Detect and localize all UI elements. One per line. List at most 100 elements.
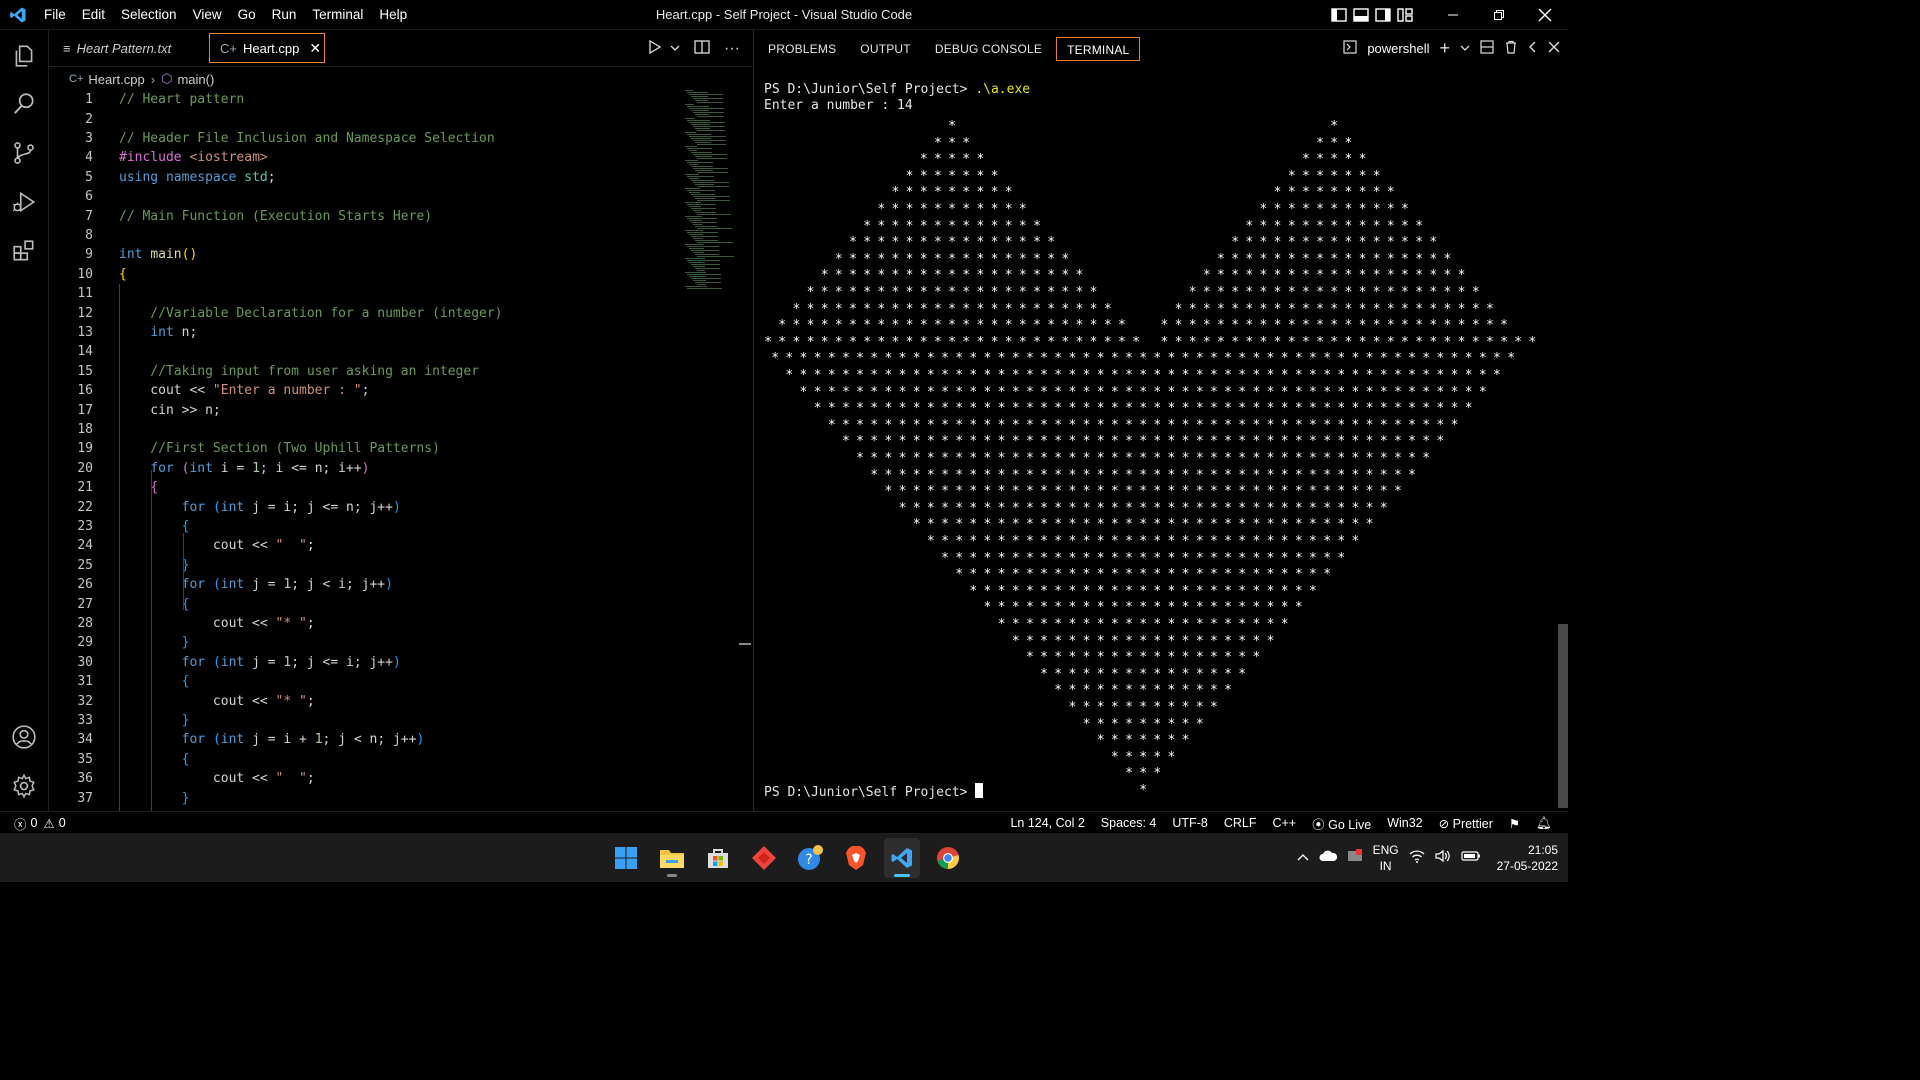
breadcrumb-file[interactable]: Heart.cpp — [88, 72, 144, 87]
battery-icon[interactable] — [1461, 850, 1481, 865]
tab-problems[interactable]: PROBLEMS — [758, 37, 846, 61]
encoding[interactable]: UTF-8 — [1172, 816, 1207, 830]
extensions-icon[interactable] — [0, 227, 48, 275]
menu-help[interactable]: Help — [371, 0, 415, 30]
line-number: 8 — [85, 227, 93, 243]
heart-row: * * * * * — [750, 749, 1182, 765]
minimap-line — [689, 178, 699, 179]
minimap[interactable] — [679, 90, 739, 290]
problems-status[interactable]: ⓧ 0 ⚠ 0 — [14, 812, 66, 834]
tab-heart-cpp[interactable]: C+ Heart.cpp ✕ — [209, 33, 325, 63]
explorer-icon[interactable] — [0, 32, 48, 80]
menu-go[interactable]: Go — [230, 0, 264, 30]
tab-debug-console[interactable]: DEBUG CONSOLE — [925, 37, 1052, 61]
platform[interactable]: Win32 — [1387, 816, 1422, 830]
feedback-icon[interactable]: ⚑ — [1509, 816, 1520, 831]
menu-terminal[interactable]: Terminal — [304, 0, 371, 30]
onedrive-cloud-icon[interactable] — [1319, 850, 1337, 865]
app-tray-icon[interactable] — [1347, 848, 1363, 867]
cube-icon: ⬡ — [161, 71, 173, 86]
indentation[interactable]: Spaces: 4 — [1101, 816, 1157, 830]
terminal-scrollbar[interactable] — [1558, 624, 1568, 808]
heart-row: * * * * * * * * * * * * * * * * * * * * … — [750, 268, 1472, 284]
breadcrumb-symbol[interactable]: main() — [177, 72, 214, 87]
tab-terminal[interactable]: TERMINAL — [1056, 36, 1141, 61]
chevron-left-icon[interactable] — [1528, 41, 1538, 56]
toggle-panel-icon[interactable] — [1350, 0, 1372, 30]
volume-icon[interactable] — [1435, 849, 1451, 866]
code-line: 31 { — [49, 672, 689, 691]
start-button[interactable] — [608, 838, 644, 878]
title-bar: File Edit Selection View Go Run Terminal… — [0, 0, 1568, 30]
toggle-primary-sidebar-icon[interactable] — [1328, 0, 1350, 30]
chevron-down-icon[interactable] — [670, 41, 680, 56]
tab-output[interactable]: OUTPUT — [850, 37, 921, 61]
run-debug-icon[interactable] — [0, 178, 48, 226]
file-explorer-icon[interactable] — [654, 838, 690, 878]
code-editor[interactable]: 1// Heart pattern 2 3// Header File Inclus… — [49, 90, 752, 811]
tab-label: Heart Pattern.txt — [76, 40, 172, 56]
end-of-line[interactable]: CRLF — [1224, 816, 1257, 830]
more-actions-icon[interactable]: ··· — [724, 40, 740, 58]
chrome-icon[interactable] — [930, 838, 966, 878]
menu-file[interactable]: File — [36, 0, 74, 30]
minimap-line — [687, 134, 711, 135]
settings-gear-icon[interactable] — [0, 762, 48, 810]
get-help-icon[interactable]: ? — [792, 838, 828, 878]
heart-row: * * * * * * * * * * * * * * * * * * * * … — [750, 417, 1465, 433]
chevron-up-icon[interactable] — [1297, 851, 1309, 865]
line-content: } — [181, 635, 190, 651]
cursor-position[interactable]: Ln 124, Col 2 — [1010, 816, 1084, 830]
close-tab-icon[interactable]: ✕ — [309, 40, 321, 57]
split-editor-icon[interactable] — [694, 40, 710, 57]
close-panel-icon[interactable] — [1548, 41, 1560, 56]
menu-edit[interactable]: Edit — [74, 0, 113, 30]
new-terminal-icon[interactable]: + — [1439, 38, 1450, 59]
close-window-icon[interactable] — [1522, 0, 1568, 30]
restore-icon[interactable] — [1476, 0, 1522, 30]
terminal-output[interactable]: PS D:\Junior\Self Project> .\a.exe Enter… — [764, 82, 1564, 802]
code-line: 21 { — [49, 478, 689, 497]
accounts-icon[interactable] — [0, 713, 48, 761]
notifications-bell-icon[interactable]: 🔔︎ — [1536, 816, 1552, 831]
minimap-line — [693, 238, 703, 239]
chevron-down-icon[interactable] — [1460, 41, 1470, 56]
minimap-line — [685, 118, 695, 119]
minimap-line — [693, 182, 729, 183]
search-icon[interactable] — [0, 80, 48, 128]
panel: PROBLEMS OUTPUT DEBUG CONSOLE TERMINAL p… — [753, 30, 1568, 811]
terminal-name[interactable]: powershell — [1367, 41, 1429, 56]
tab-heart-pattern-txt[interactable]: ≡ Heart Pattern.txt — [53, 33, 205, 63]
minimap-line — [687, 204, 716, 205]
brave-browser-icon[interactable] — [838, 838, 874, 878]
menu-selection[interactable]: Selection — [113, 0, 185, 30]
trash-icon[interactable] — [1504, 40, 1518, 57]
minimap-line — [687, 218, 717, 219]
microsoft-store-icon[interactable] — [700, 838, 736, 878]
wifi-icon[interactable] — [1409, 849, 1425, 866]
minimize-icon[interactable] — [1430, 0, 1476, 30]
line-number: 12 — [77, 305, 93, 321]
run-file-icon[interactable] — [648, 39, 662, 57]
terminal-output-line: Enter a number : 14 — [764, 98, 913, 113]
clock[interactable]: 21:05 27-05-2022 — [1497, 842, 1558, 874]
minimap-line — [697, 130, 725, 131]
language-indicator[interactable]: ENG IN — [1373, 842, 1399, 874]
line-number: 5 — [85, 169, 93, 185]
customize-layout-icon[interactable] — [1394, 0, 1416, 30]
split-terminal-icon[interactable] — [1480, 40, 1494, 57]
heart-row: * * * * * * * * * * * * * * * * * * * * … — [750, 368, 1508, 383]
toggle-secondary-sidebar-icon[interactable] — [1372, 0, 1394, 30]
vscode-taskbar-icon[interactable] — [884, 837, 920, 878]
clock-date: 27-05-2022 — [1496, 858, 1558, 873]
go-live-button[interactable]: ⦿ Go Live — [1312, 814, 1371, 833]
menu-bar: File Edit Selection View Go Run Terminal… — [36, 0, 415, 30]
prettier-button[interactable]: ⊘ Prettier — [1439, 816, 1493, 831]
line-content: { — [181, 596, 190, 612]
menu-run[interactable]: Run — [264, 0, 305, 30]
anydesk-icon[interactable] — [746, 838, 782, 878]
source-control-icon[interactable] — [0, 129, 48, 177]
language-mode[interactable]: C++ — [1272, 816, 1296, 830]
menu-view[interactable]: View — [185, 0, 230, 30]
cpp-file-icon: C+ — [69, 73, 84, 85]
